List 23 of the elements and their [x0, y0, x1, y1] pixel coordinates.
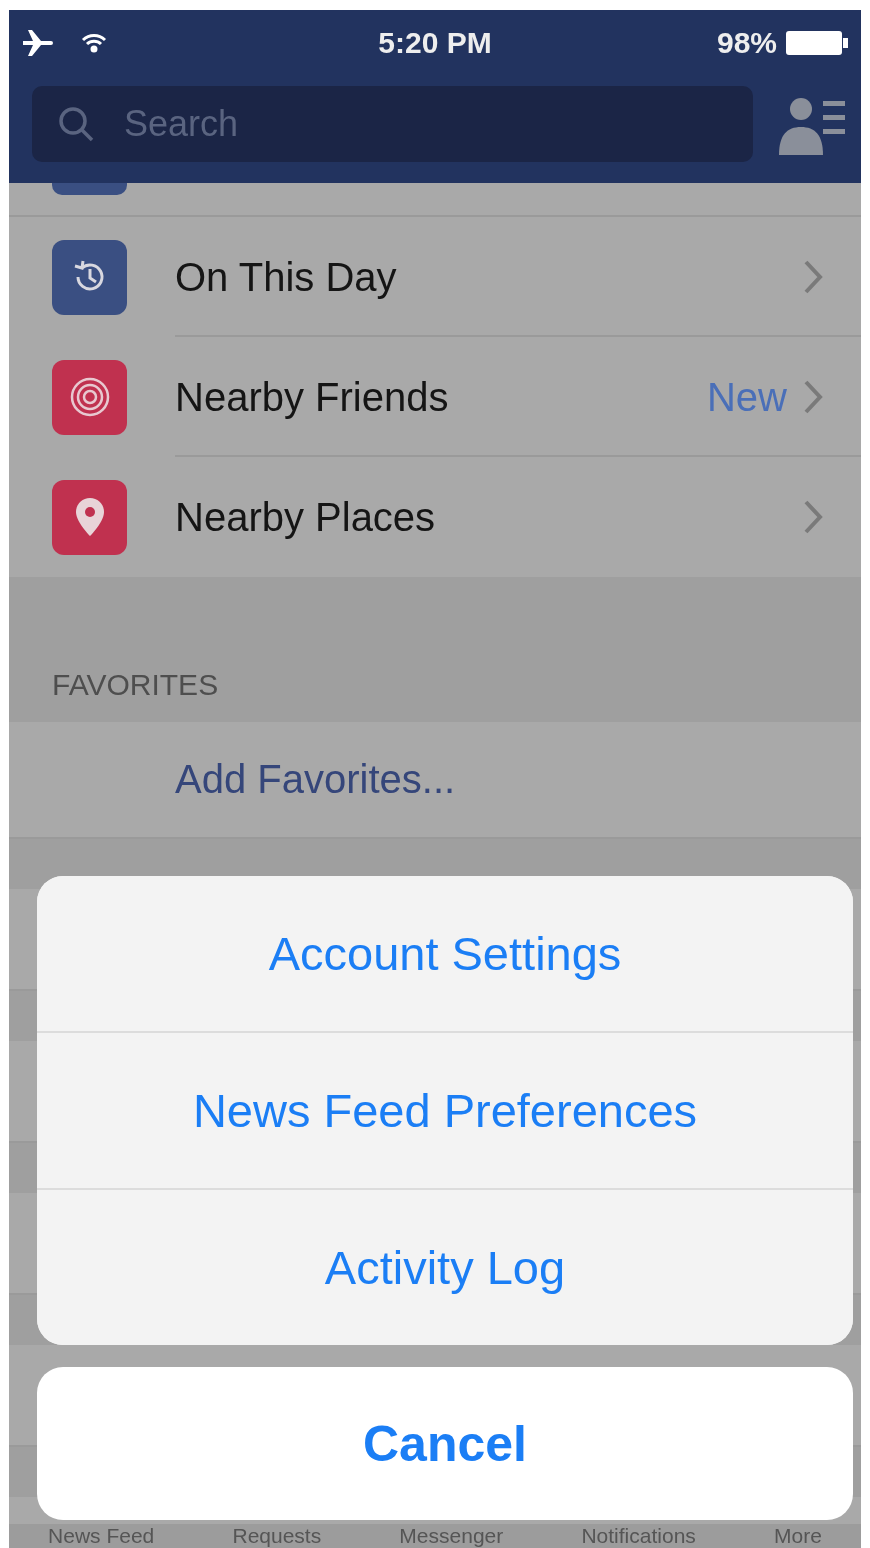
tab-label[interactable]: Requests: [232, 1524, 322, 1548]
target-icon: [68, 376, 111, 418]
wifi-icon: [81, 32, 107, 53]
battery-percent: 98%: [716, 25, 777, 60]
search-field[interactable]: Search: [32, 86, 753, 162]
chevron-icon: [803, 499, 823, 535]
cancel-button[interactable]: Cancel: [37, 1367, 853, 1520]
airplane-icon: [21, 27, 55, 58]
new-label: New: [706, 374, 787, 420]
menu-item-label: Nearby Friends: [175, 374, 450, 420]
action-sheet-option[interactable]: Activity Log: [37, 1188, 853, 1345]
battery-icon: [785, 29, 849, 56]
tab-label[interactable]: Messenger: [399, 1524, 504, 1548]
section-header: FAVORITES: [52, 668, 219, 702]
chevron-icon: [803, 259, 823, 295]
tab-label[interactable]: News Feed: [48, 1524, 155, 1548]
pin-icon: [74, 497, 105, 537]
menu-item-label: On This Day: [175, 254, 398, 300]
menu-item-label: Nearby Places: [175, 494, 437, 540]
chevron-icon: [803, 379, 823, 415]
tab-label[interactable]: Notifications: [581, 1524, 696, 1548]
tab-label[interactable]: More: [774, 1524, 822, 1548]
status-time: 5:20 PM: [378, 25, 492, 60]
